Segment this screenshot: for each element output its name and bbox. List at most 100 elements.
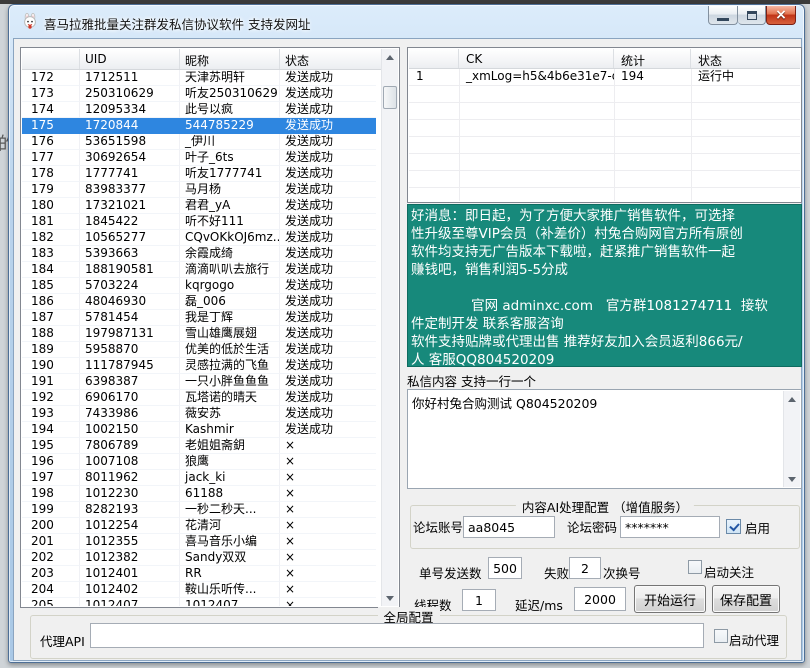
table-row[interactable]: 2021012382Sandy双双× bbox=[22, 550, 376, 566]
close-button[interactable]: × bbox=[766, 6, 796, 25]
table-row[interactable]: 188197987131雪山雄鹰展翅发送成功 bbox=[22, 326, 376, 342]
cell: 1012382 bbox=[80, 550, 180, 566]
cell: 发送成功 bbox=[280, 102, 376, 118]
table-row[interactable]: 173250310629听友250310629发送成功 bbox=[22, 86, 376, 102]
cell: 磊_006 bbox=[180, 294, 280, 310]
cell: 发送成功 bbox=[280, 230, 376, 246]
table-row[interactable]: 2031012401RR× bbox=[22, 566, 376, 582]
table-row[interactable]: 17412095334此号以疯发送成功 bbox=[22, 102, 376, 118]
proxy-api-label: 代理API bbox=[40, 631, 85, 650]
forum-password-label: 论坛密码 bbox=[567, 517, 617, 536]
cell: 12095334 bbox=[80, 102, 180, 118]
column-header[interactable] bbox=[409, 49, 459, 68]
table-row[interactable]: 1751720844544785229发送成功 bbox=[22, 118, 376, 134]
column-header[interactable]: 状态 bbox=[280, 49, 376, 69]
table-row[interactable]: 17653651598_伊川发送成功 bbox=[22, 134, 376, 150]
start-run-button[interactable]: 开始运行 bbox=[634, 585, 706, 613]
cell: 一只小胖鱼鱼鱼 bbox=[180, 374, 280, 390]
per-account-send-input[interactable] bbox=[488, 557, 522, 579]
cell: 叶子_6ts bbox=[180, 150, 280, 166]
start-proxy-checkbox[interactable] bbox=[714, 629, 728, 643]
cell: RR bbox=[180, 566, 280, 582]
window-title: 喜马拉雅批量关注群发私信协议软件 支持发网址 bbox=[44, 14, 310, 33]
cell: 188190581 bbox=[80, 262, 180, 278]
cell: 8282193 bbox=[80, 502, 180, 518]
cell: 172 bbox=[22, 70, 80, 86]
table-row[interactable]: 20510124071012407× bbox=[22, 598, 376, 606]
table-row[interactable]: 18210565277CQvOKkOJ6mz...发送成功 bbox=[22, 230, 376, 246]
table-row[interactable]: 1937433986薇安苏发送成功 bbox=[22, 406, 376, 422]
cell: 196 bbox=[22, 454, 80, 470]
fail-label: 失败 bbox=[544, 563, 569, 582]
table-row[interactable]: 1916398387一只小胖鱼鱼鱼发送成功 bbox=[22, 374, 376, 390]
column-header[interactable]: CK bbox=[459, 49, 614, 68]
table-row[interactable]: 1_xmLog=h5&4b6e31e7-d...194运行中 bbox=[409, 69, 800, 85]
table-row[interactable]: 2011012355喜马音乐小编× bbox=[22, 534, 376, 550]
cell: 灵感拉满的飞鱼 bbox=[180, 358, 280, 374]
cell: 184 bbox=[22, 262, 80, 278]
table-row[interactable]: 1998282193一秒二秒天...× bbox=[22, 502, 376, 518]
column-header[interactable]: 状态 bbox=[691, 49, 802, 68]
table-row[interactable]: 2041012402鞍山乐听传...× bbox=[22, 582, 376, 598]
promo-notice: 好消息：即日起，为了方便大家推广销售软件，可选择 性升级至尊VIP会员（补差价）… bbox=[407, 204, 802, 367]
table-row[interactable]: 1961007108狼鹰× bbox=[22, 454, 376, 470]
column-header[interactable] bbox=[22, 49, 80, 69]
table-row[interactable]: 1855703224kqrgogo发送成功 bbox=[22, 278, 376, 294]
cell: 发送成功 bbox=[280, 198, 376, 214]
scroll-up-icon[interactable] bbox=[382, 49, 398, 65]
save-config-button[interactable]: 保存配置 bbox=[712, 585, 780, 613]
app-window: 喜马拉雅批量关注群发私信协议软件 支持发网址 × UID昵称状态 1721712… bbox=[8, 4, 805, 663]
table-row[interactable]: 17983983377马月杨发送成功 bbox=[22, 182, 376, 198]
table-row[interactable]: 1895958870优美的低於生活发送成功 bbox=[22, 342, 376, 358]
table-row[interactable]: 1835393663余霞成绮发送成功 bbox=[22, 246, 376, 262]
table-row[interactable]: 1957806789老姐姐斋鈅× bbox=[22, 438, 376, 454]
uid-list-scrollbar[interactable] bbox=[381, 49, 398, 606]
minimize-button[interactable] bbox=[708, 6, 738, 25]
cell: 喜马音乐小编 bbox=[180, 534, 280, 550]
screen: 的 喜马拉雅批量关注群发私信协议软件 支持发网址 bbox=[0, 0, 810, 668]
table-row[interactable]: 2001012254花清河× bbox=[22, 518, 376, 534]
cell: 201 bbox=[22, 534, 80, 550]
table-row[interactable]: 1941002150Kashmir发送成功 bbox=[22, 422, 376, 438]
table-row[interactable]: 18648046930磊_006发送成功 bbox=[22, 294, 376, 310]
table-row[interactable]: 184188190581滴滴叭叭去旅行发送成功 bbox=[22, 262, 376, 278]
title-bar[interactable]: 喜马拉雅批量关注群发私信协议软件 支持发网址 × bbox=[9, 5, 804, 38]
forum-account-input[interactable] bbox=[463, 516, 555, 538]
column-header[interactable]: 统计 bbox=[614, 49, 691, 68]
table-row[interactable]: 1721712511天津苏明轩发送成功 bbox=[22, 70, 376, 86]
start-follow-checkbox[interactable] bbox=[688, 560, 702, 574]
scroll-down-icon[interactable] bbox=[382, 590, 398, 606]
column-header[interactable]: 昵称 bbox=[180, 49, 280, 69]
message-textarea[interactable]: 你好村兔合购测试 Q804520209 bbox=[407, 389, 802, 489]
scroll-up-icon[interactable] bbox=[784, 391, 800, 407]
maximize-button[interactable] bbox=[738, 6, 766, 25]
cell: kqrgogo bbox=[180, 278, 280, 294]
delay-input[interactable] bbox=[574, 587, 626, 611]
threads-input[interactable] bbox=[462, 589, 496, 611]
table-row[interactable]: 17730692654叶子_6ts发送成功 bbox=[22, 150, 376, 166]
cell: 天津苏明轩 bbox=[180, 70, 280, 86]
table-row[interactable]: 1781777741听友1777741发送成功 bbox=[22, 166, 376, 182]
ai-config-legend: 内容AI处理配置 （增值服务） bbox=[516, 497, 694, 516]
table-row[interactable]: 1978011962jack_ki× bbox=[22, 470, 376, 486]
table-row[interactable]: 198101223061188× bbox=[22, 486, 376, 502]
column-header[interactable]: UID bbox=[80, 49, 180, 69]
table-row[interactable]: 1875781454我是丁辉发送成功 bbox=[22, 310, 376, 326]
fail-count-input[interactable] bbox=[569, 557, 601, 579]
enable-checkbox[interactable] bbox=[726, 519, 741, 534]
cell: 186 bbox=[22, 294, 80, 310]
table-row[interactable]: 18017321021君君_yA发送成功 bbox=[22, 198, 376, 214]
cell: × bbox=[280, 454, 376, 470]
cell: 1 bbox=[409, 69, 459, 85]
cell: 发送成功 bbox=[280, 70, 376, 86]
table-row[interactable]: 1811845422听不好111发送成功 bbox=[22, 214, 376, 230]
scrollbar-thumb[interactable] bbox=[383, 86, 397, 109]
forum-password-input[interactable] bbox=[620, 516, 720, 538]
table-row[interactable]: 190111787945灵感拉满的飞鱼发送成功 bbox=[22, 358, 376, 374]
table-row[interactable]: 1926906170瓦塔诺的晴天发送成功 bbox=[22, 390, 376, 406]
message-scrollbar[interactable] bbox=[783, 391, 800, 487]
proxy-api-input[interactable] bbox=[90, 623, 704, 648]
cell: 5393663 bbox=[80, 246, 180, 262]
cell: 182 bbox=[22, 230, 80, 246]
scroll-down-icon[interactable] bbox=[784, 471, 800, 487]
